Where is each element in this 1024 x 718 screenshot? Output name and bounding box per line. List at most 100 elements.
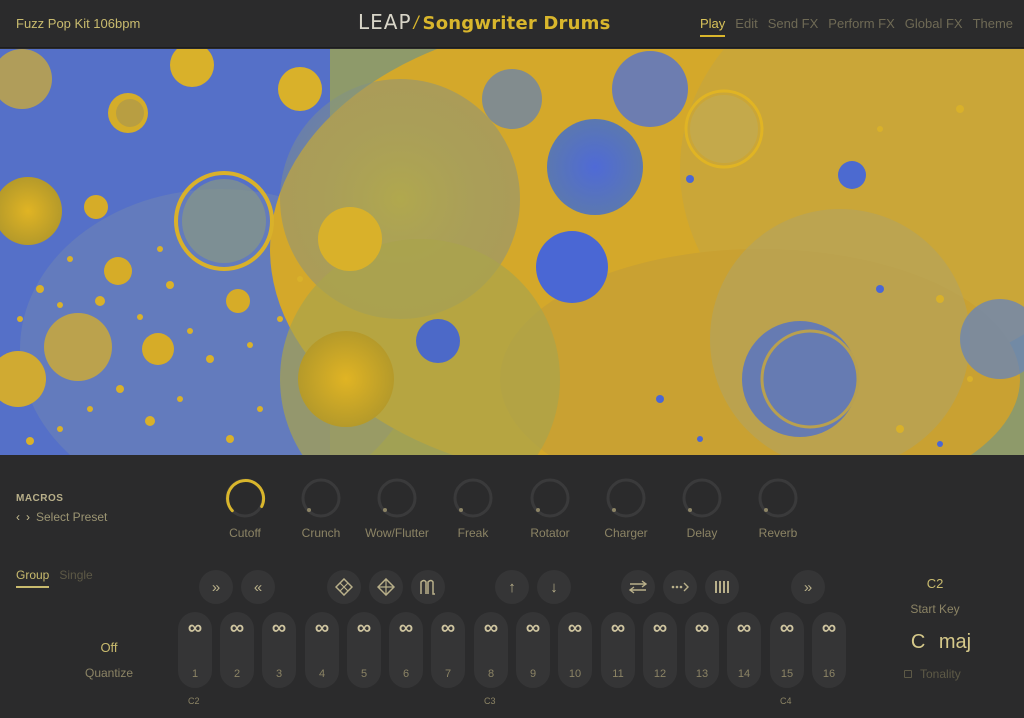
tab-play[interactable]: Play xyxy=(700,16,726,37)
knob-label: Rotator xyxy=(530,526,570,540)
loop-icon: ∞ xyxy=(821,617,837,639)
knob-wow-flutter[interactable]: Wow/Flutter xyxy=(359,476,435,540)
pad-number: 11 xyxy=(612,668,624,680)
quantize-value[interactable]: Off xyxy=(70,640,148,655)
tab-theme[interactable]: Theme xyxy=(973,16,1013,37)
pad-15[interactable]: ∞ 15 xyxy=(770,612,804,688)
pad-number: 2 xyxy=(233,668,241,680)
bars-icon xyxy=(715,581,729,593)
tab-group[interactable]: Group xyxy=(16,568,50,588)
loop-icon: ∞ xyxy=(567,617,583,639)
tab-edit[interactable]: Edit xyxy=(735,16,757,37)
pad-number: 3 xyxy=(275,668,283,680)
top-bar: Fuzz Pop Kit 106bpm LEAP / Songwriter Dr… xyxy=(0,0,1024,48)
pad-10[interactable]: ∞ 10 xyxy=(558,612,592,688)
pad-number: 14 xyxy=(737,668,751,680)
pad-number: 4 xyxy=(318,668,326,680)
pattern-button-1[interactable] xyxy=(327,570,361,604)
knob-delay[interactable]: Delay xyxy=(664,476,740,540)
chevron-right-icon[interactable]: › xyxy=(26,510,30,524)
loop-icon: ∞ xyxy=(483,617,499,639)
pad-4[interactable]: ∞ 4 xyxy=(305,612,339,688)
knob-delay-dial[interactable] xyxy=(680,476,724,520)
rewind-button[interactable]: « xyxy=(241,570,275,604)
tab-send-fx[interactable]: Send FX xyxy=(768,16,819,37)
shift-up-button[interactable]: ↑ xyxy=(495,570,529,604)
octave-label-c4: C4 xyxy=(780,696,792,706)
tab-perform-fx[interactable]: Perform FX xyxy=(828,16,894,37)
tab-global-fx[interactable]: Global FX xyxy=(905,16,963,37)
loop-icon: ∞ xyxy=(398,617,414,639)
pad-9[interactable]: ∞ 9 xyxy=(516,612,550,688)
pad-7[interactable]: ∞ 7 xyxy=(431,612,465,688)
loop-icon: ∞ xyxy=(652,617,668,639)
pad-5[interactable]: ∞ 5 xyxy=(347,612,381,688)
pad-11[interactable]: ∞ 11 xyxy=(601,612,635,688)
loop-icon: ∞ xyxy=(694,617,710,639)
shuffle-button[interactable] xyxy=(663,570,697,604)
knob-rotator[interactable]: Rotator xyxy=(512,476,588,540)
octave-label-c2: C2 xyxy=(188,696,200,706)
knob-reverb-dial[interactable] xyxy=(756,476,800,520)
swap-button[interactable] xyxy=(621,570,655,604)
pad-1[interactable]: ∞ 1 xyxy=(178,612,212,688)
tonality-lock-toggle[interactable]: Tonality xyxy=(904,667,961,681)
arrow-up-icon: ↑ xyxy=(508,578,516,596)
pad-16[interactable]: ∞ 16 xyxy=(812,612,846,688)
pad-13[interactable]: ∞ 13 xyxy=(685,612,719,688)
knob-rotator-dial[interactable] xyxy=(528,476,572,520)
pad-6[interactable]: ∞ 6 xyxy=(389,612,423,688)
lock-icon[interactable] xyxy=(904,670,912,678)
pad-2[interactable]: ∞ 2 xyxy=(220,612,254,688)
knob-freak[interactable]: Freak xyxy=(435,476,511,540)
loop-icon: ∞ xyxy=(314,617,330,639)
tab-single[interactable]: Single xyxy=(59,568,92,588)
pad-number: 5 xyxy=(360,668,368,680)
swap-icon xyxy=(628,580,648,594)
bars-button[interactable] xyxy=(705,570,739,604)
knob-crunch-dial[interactable] xyxy=(299,476,343,520)
loop-icon: ∞ xyxy=(187,617,203,639)
pad-14[interactable]: ∞ 14 xyxy=(727,612,761,688)
preset-name[interactable]: Fuzz Pop Kit 106bpm xyxy=(16,16,140,31)
loop-icon: ∞ xyxy=(736,617,752,639)
start-key-value[interactable]: C2 xyxy=(900,576,970,591)
envelope-button[interactable] xyxy=(411,570,445,604)
shift-down-button[interactable]: ↓ xyxy=(537,570,571,604)
macro-preset-selector[interactable]: ‹ › Select Preset xyxy=(16,510,107,524)
knob-charger-dial[interactable] xyxy=(604,476,648,520)
tonality-label: Tonality xyxy=(920,667,961,681)
chevron-left-icon[interactable]: ‹ xyxy=(16,510,20,524)
pad-number: 10 xyxy=(568,668,582,680)
pad-8[interactable]: ∞ 8 xyxy=(474,612,508,688)
tonality-value[interactable]: C maj xyxy=(896,631,986,654)
grid-diamond-icon xyxy=(335,578,353,596)
knob-crunch[interactable]: Crunch xyxy=(283,476,359,540)
preset-artwork xyxy=(0,49,1024,455)
quantize-label: Quantize xyxy=(84,666,134,680)
grid-diamond-alt-icon xyxy=(377,578,395,596)
start-key-label: Start Key xyxy=(910,602,960,616)
knob-cutoff-dial[interactable] xyxy=(223,476,267,520)
knob-reverb[interactable]: Reverb xyxy=(740,476,816,540)
pad-number: 13 xyxy=(695,668,709,680)
bubble-artwork-image xyxy=(0,49,1024,455)
performance-panel: MACROS ‹ › Select Preset Cutoff Crunch W… xyxy=(0,456,1024,718)
knob-wow-flutter-dial[interactable] xyxy=(375,476,419,520)
mode-tabs: Group Single xyxy=(16,568,93,588)
knob-charger[interactable]: Charger xyxy=(588,476,664,540)
knob-freak-dial[interactable] xyxy=(451,476,495,520)
fast-forward-button-2[interactable]: » xyxy=(791,570,825,604)
knob-cutoff[interactable]: Cutoff xyxy=(207,476,283,540)
pad-3[interactable]: ∞ 3 xyxy=(262,612,296,688)
select-preset-label[interactable]: Select Preset xyxy=(36,510,107,524)
macros-title: MACROS xyxy=(16,493,64,504)
fast-forward-button[interactable]: » xyxy=(199,570,233,604)
pattern-button-2[interactable] xyxy=(369,570,403,604)
pad-12[interactable]: ∞ 12 xyxy=(643,612,677,688)
octave-label-c3: C3 xyxy=(484,696,496,706)
product-name: Songwriter Drums xyxy=(422,13,611,34)
pad-number: 1 xyxy=(191,668,199,680)
loop-icon: ∞ xyxy=(610,617,626,639)
knob-label: Wow/Flutter xyxy=(365,526,429,540)
